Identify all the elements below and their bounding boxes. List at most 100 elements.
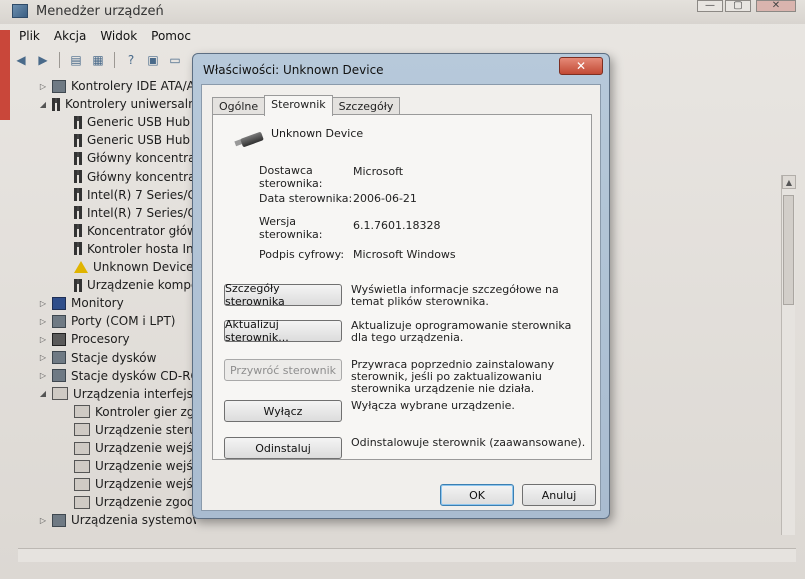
tab-sterownik[interactable]: Sterownik [264,95,333,116]
tree-item[interactable]: ▷ Stacje dysków CD-ROM [38,367,196,385]
tab-szczegoly[interactable]: Szczegóły [331,97,401,115]
usb-icon [74,242,82,256]
tree-item-label: Kontrolery uniwersalne [65,97,196,112]
dialog-title: Właściwości: Unknown Device [203,63,384,77]
forward-arrow-icon[interactable]: ▶ [34,52,52,68]
tree-item[interactable]: Urządzenie wejścio [74,439,196,457]
tree-item[interactable]: Urządzenie wejścio [74,475,196,493]
usb-icon [52,97,60,111]
tree-item[interactable]: Intel(R) 7 Series/C2 [74,204,196,222]
tree-item[interactable]: ▷ Urządzenia systemowe [38,511,196,529]
tree-item[interactable]: Generic USB Hub [74,113,190,131]
usb-icon [74,133,82,147]
driver-date-label: Data sterownika: [259,192,353,205]
expand-icon[interactable]: ▷ [38,335,48,344]
toolbar-separator [114,52,115,68]
tree-item-label: Urządzenie sterując [95,422,196,437]
expand-icon[interactable]: ▷ [38,516,48,525]
digital-signer-label: Podpis cyfrowy: [259,248,345,261]
tree-item-label: Porty (COM i LPT) [71,314,176,329]
tree-item[interactable]: Urządzenie sterując [74,421,196,439]
usb-icon [74,224,82,238]
dialog-close-button[interactable]: ✕ [559,57,603,75]
tree-item-label: Procesory [71,332,130,347]
tree-item[interactable]: Unknown Device [74,258,194,276]
collapse-icon[interactable]: ◢ [38,100,48,109]
tree-item-label: Unknown Device [93,260,194,274]
help-icon[interactable]: ? [122,52,140,68]
ok-button[interactable]: OK [440,484,514,506]
menu-bar: Plik Akcja Widok Pomoc [12,27,198,45]
expand-icon[interactable]: ▷ [38,299,48,308]
expand-icon[interactable]: ▷ [38,82,48,91]
rollback-driver-desc: Przywraca poprzednio zainstalowany stero… [351,358,555,395]
list-icon[interactable]: ▦ [89,52,107,68]
tree-item-label: Główny koncentrat [87,169,196,184]
properties-icon[interactable]: ▤ [67,52,85,68]
tree-item[interactable]: Kontroler hosta Int [74,240,196,258]
tree-item[interactable]: ▷ Porty (COM i LPT) [38,312,176,330]
tree-item[interactable]: Urządzenie zgodne [74,493,196,511]
expand-icon[interactable]: ▷ [38,371,48,380]
tree-item[interactable]: Urządzenie wejścio [74,457,196,475]
device-tree: ▷ Kontrolery IDE ATA/AT ◢ Kontrolery uniwer… [18,77,196,537]
horizontal-scrollbar[interactable] [18,548,796,562]
menu-pomoc[interactable]: Pomoc [144,27,198,45]
tree-item-label: Intel(R) 7 Series/C2 [87,205,196,220]
rollback-driver-button[interactable]: Przywróć sterownik [224,359,342,381]
tree-item[interactable]: Kontroler gier zgod [74,403,196,421]
digital-signer-value: Microsoft Windows [353,248,456,261]
tree-item[interactable]: ▷ Stacje dysków [38,349,157,367]
tree-item[interactable]: Główny koncentrat [74,168,196,186]
menu-akcja[interactable]: Akcja [47,27,93,45]
uninstall-button[interactable]: Odinstaluj [224,437,342,459]
tree-item-label: Stacje dysków [71,350,157,365]
driver-details-button[interactable]: Szczegóły sterownika [224,282,342,308]
hid-icon [74,477,90,491]
tree-item-label: Stacje dysków CD-ROM [71,368,196,383]
vertical-scrollbar[interactable]: ▲ [781,175,796,535]
hid-icon [74,423,90,437]
tree-item[interactable]: ◢ Kontrolery uniwersalne [38,95,196,113]
tree-item[interactable]: Intel(R) 7 Series/C2 [74,186,196,204]
driver-date-value: 2006-06-21 [353,192,417,205]
close-window-button[interactable]: ✕ [756,0,796,12]
scroll-up-icon[interactable]: ▲ [782,175,796,189]
scroll-thumb[interactable] [783,195,794,305]
usb-icon [74,188,82,202]
disk-icon [52,351,66,364]
back-arrow-icon[interactable]: ◀ [12,52,30,68]
background-edge [0,30,10,120]
tree-item[interactable]: Główny koncentrat [74,149,196,167]
port-icon [52,314,66,328]
tree-item-label: Główny koncentrat [87,151,196,166]
view-icon[interactable]: ▣ [144,52,162,68]
update-driver-button[interactable]: Aktualizuj sterownik... [224,318,342,344]
tree-item-label: Urządzenie wejścio [95,459,196,474]
menu-widok[interactable]: Widok [93,27,144,45]
tree-item[interactable]: ▷ Kontrolery IDE ATA/AT [38,77,196,95]
system-icon [52,513,66,527]
update-driver-desc: Aktualizuje oprogramowanie sterownika dl… [351,319,572,344]
tree-item-label: Urządzenie zgodne [95,495,196,510]
maximize-button[interactable]: ▢ [725,0,751,12]
usb-device-icon [234,131,265,148]
cdrom-icon [52,369,66,383]
expand-icon[interactable]: ▷ [38,353,48,362]
tree-item[interactable]: Urządzenie kompo [74,276,196,294]
warning-icon [74,261,88,273]
disable-button[interactable]: Wyłącz [224,400,342,422]
tree-item[interactable]: Koncentrator głów [74,222,196,240]
minimize-button[interactable]: — [697,0,723,12]
tree-item[interactable]: ▷ Procesory [38,330,130,348]
hid-icon [74,441,90,455]
menu-plik[interactable]: Plik [12,27,47,45]
tree-item[interactable]: Generic USB Hub [74,131,190,149]
tab-ogolne[interactable]: Ogólne [212,97,266,115]
tree-item[interactable]: ▷ Monitory [38,294,124,312]
collapse-icon[interactable]: ◢ [38,389,48,398]
tree-item[interactable]: ◢ Urządzenia interfejsu H [38,385,196,403]
cancel-button[interactable]: Anuluj [522,484,596,506]
monitor-icon[interactable]: ▭ [166,52,184,68]
expand-icon[interactable]: ▷ [38,317,48,326]
